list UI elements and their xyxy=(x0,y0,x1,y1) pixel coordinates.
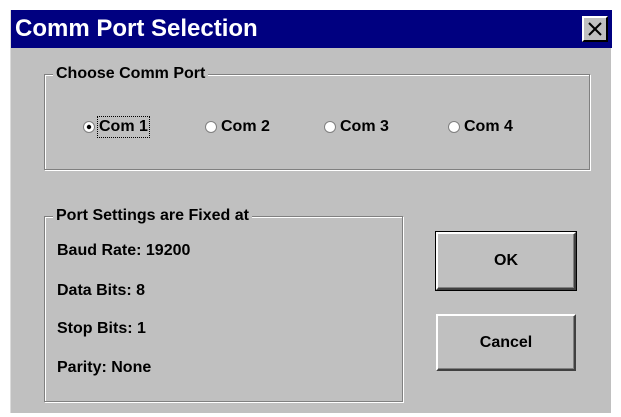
choose-comm-port-label: Choose Comm Port xyxy=(53,64,209,84)
radio-com-3-label: Com 3 xyxy=(340,118,389,135)
parity-text: Parity: None xyxy=(57,359,152,376)
close-icon xyxy=(588,22,602,36)
radio-com-4[interactable]: Com 4 xyxy=(448,116,514,138)
radio-selected-icon xyxy=(83,121,95,133)
choose-comm-port-group: Choose Comm Port Com 1 Com 2 Com 3 Com 4 xyxy=(44,64,590,170)
radio-unselected-icon xyxy=(205,121,217,133)
radio-unselected-icon xyxy=(448,121,460,133)
port-settings-group: Port Settings are Fixed at Baud Rate: 19… xyxy=(44,206,403,402)
radio-com-1-label: Com 1 xyxy=(97,116,150,138)
title-bar: Comm Port Selection xyxy=(11,10,612,48)
data-bits-text: Data Bits: 8 xyxy=(57,282,146,299)
cancel-button[interactable]: Cancel xyxy=(436,314,576,371)
radio-com-3[interactable]: Com 3 xyxy=(324,116,390,138)
stop-bits-text: Stop Bits: 1 xyxy=(57,320,146,337)
radio-com-2-label: Com 2 xyxy=(221,118,270,135)
radio-com-4-label: Com 4 xyxy=(464,118,513,135)
close-button[interactable] xyxy=(582,16,608,42)
baud-rate-text: Baud Rate: 19200 xyxy=(57,242,191,259)
radio-unselected-icon xyxy=(324,121,336,133)
radio-com-1[interactable]: Com 1 xyxy=(83,116,150,138)
dialog-title: Comm Port Selection xyxy=(15,15,258,42)
ok-button[interactable]: OK xyxy=(435,231,577,291)
radio-com-2[interactable]: Com 2 xyxy=(205,116,271,138)
port-settings-label: Port Settings are Fixed at xyxy=(53,206,252,226)
comm-port-dialog: Comm Port Selection Choose Comm Port Com… xyxy=(10,10,612,413)
